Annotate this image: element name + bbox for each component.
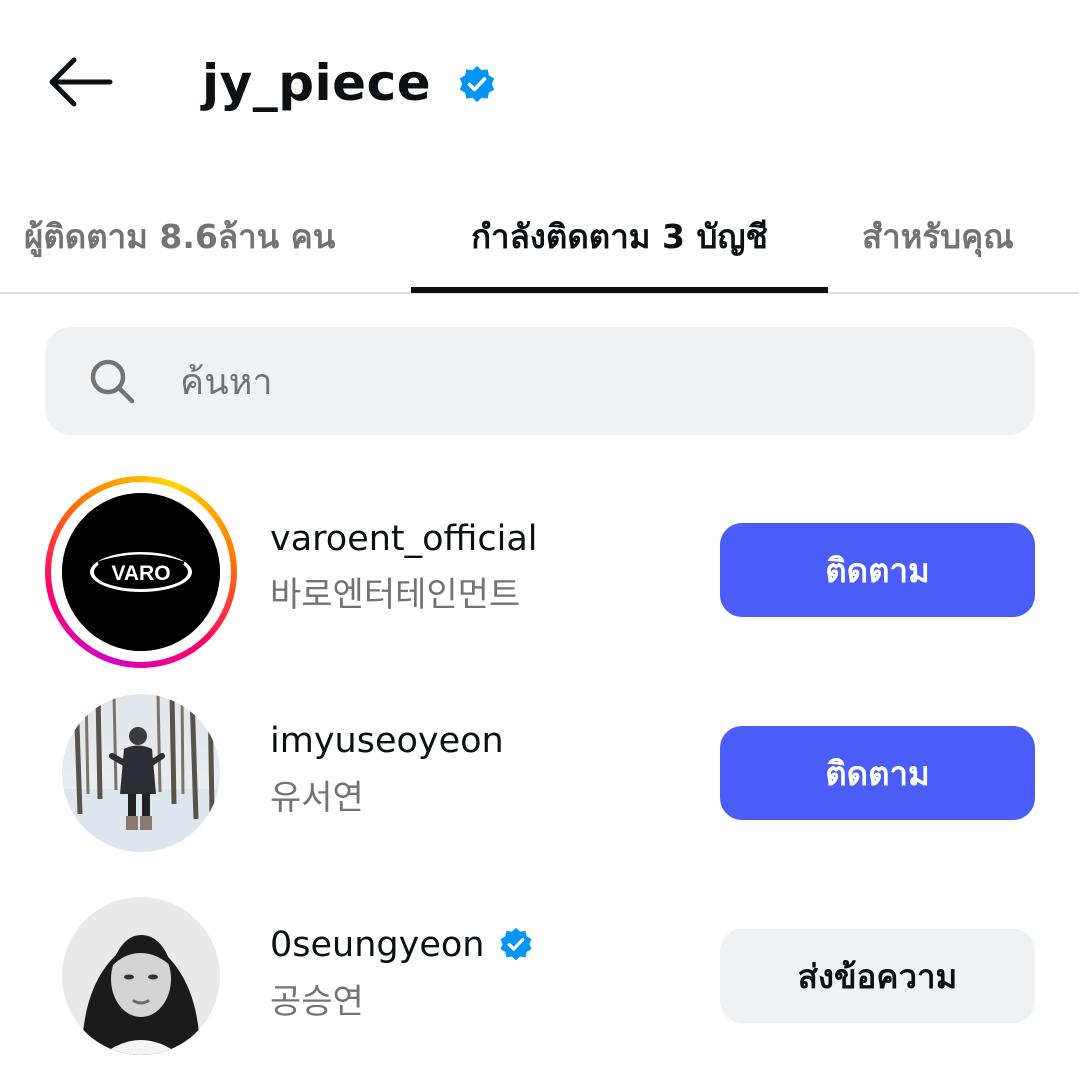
varo-logo: VARO	[62, 493, 220, 651]
tab-followers[interactable]: ผู้ติดตาม 8.6ล้าน คน	[24, 180, 380, 292]
list-item: 0seungyeon 공승연 ส่งข้อความ	[0, 878, 1079, 1058]
list-item: VARO varoent_official 바로엔터테인먼트 ติดตาม	[0, 476, 1079, 668]
verified-badge-icon	[500, 927, 533, 961]
full-name: 유서연	[270, 778, 364, 818]
username[interactable]: 0seungyeon	[270, 925, 484, 965]
username-line: 0seungyeon	[270, 922, 534, 968]
full-name: 공승연	[270, 982, 364, 1022]
search-icon	[90, 359, 135, 404]
arrow-left-icon	[49, 57, 113, 107]
avatar-photo	[62, 694, 220, 852]
title-group: jy_piece	[202, 48, 497, 118]
back-button[interactable]	[40, 50, 120, 114]
username-line: imyuseoyeon	[270, 718, 504, 764]
follow-button[interactable]: ติดตาม	[720, 726, 1035, 820]
page-title: jy_piece	[202, 54, 432, 112]
tab-bar: ผู้ติดตาม 8.6ล้าน คน กำลังติดตาม 3 บัญชี…	[0, 180, 1079, 294]
active-tab-indicator	[411, 287, 828, 293]
avatar[interactable]: VARO	[62, 493, 220, 651]
avatar-logo-text: VARO	[111, 562, 170, 585]
avatar-photo	[62, 897, 220, 1055]
follow-button[interactable]: ติดตาม	[720, 523, 1035, 617]
username[interactable]: imyuseoyeon	[270, 721, 504, 761]
avatar[interactable]	[62, 897, 220, 1055]
username-line: varoent_official	[270, 516, 538, 562]
avatar[interactable]	[62, 694, 220, 852]
verified-badge-icon	[459, 66, 495, 102]
message-button[interactable]: ส่งข้อความ	[720, 929, 1035, 1023]
top-bar: jy_piece	[0, 0, 1079, 165]
tab-following[interactable]: กำลังติดตาม 3 บัญชี	[411, 180, 828, 292]
search-input[interactable]	[180, 352, 1000, 412]
full-name: 바로엔터테인먼트	[270, 575, 521, 615]
username[interactable]: varoent_official	[270, 519, 538, 559]
list-item: imyuseoyeon 유서연 ติดตาม	[0, 676, 1079, 856]
tab-for-you[interactable]: สำหรับคุณ	[862, 180, 1062, 292]
